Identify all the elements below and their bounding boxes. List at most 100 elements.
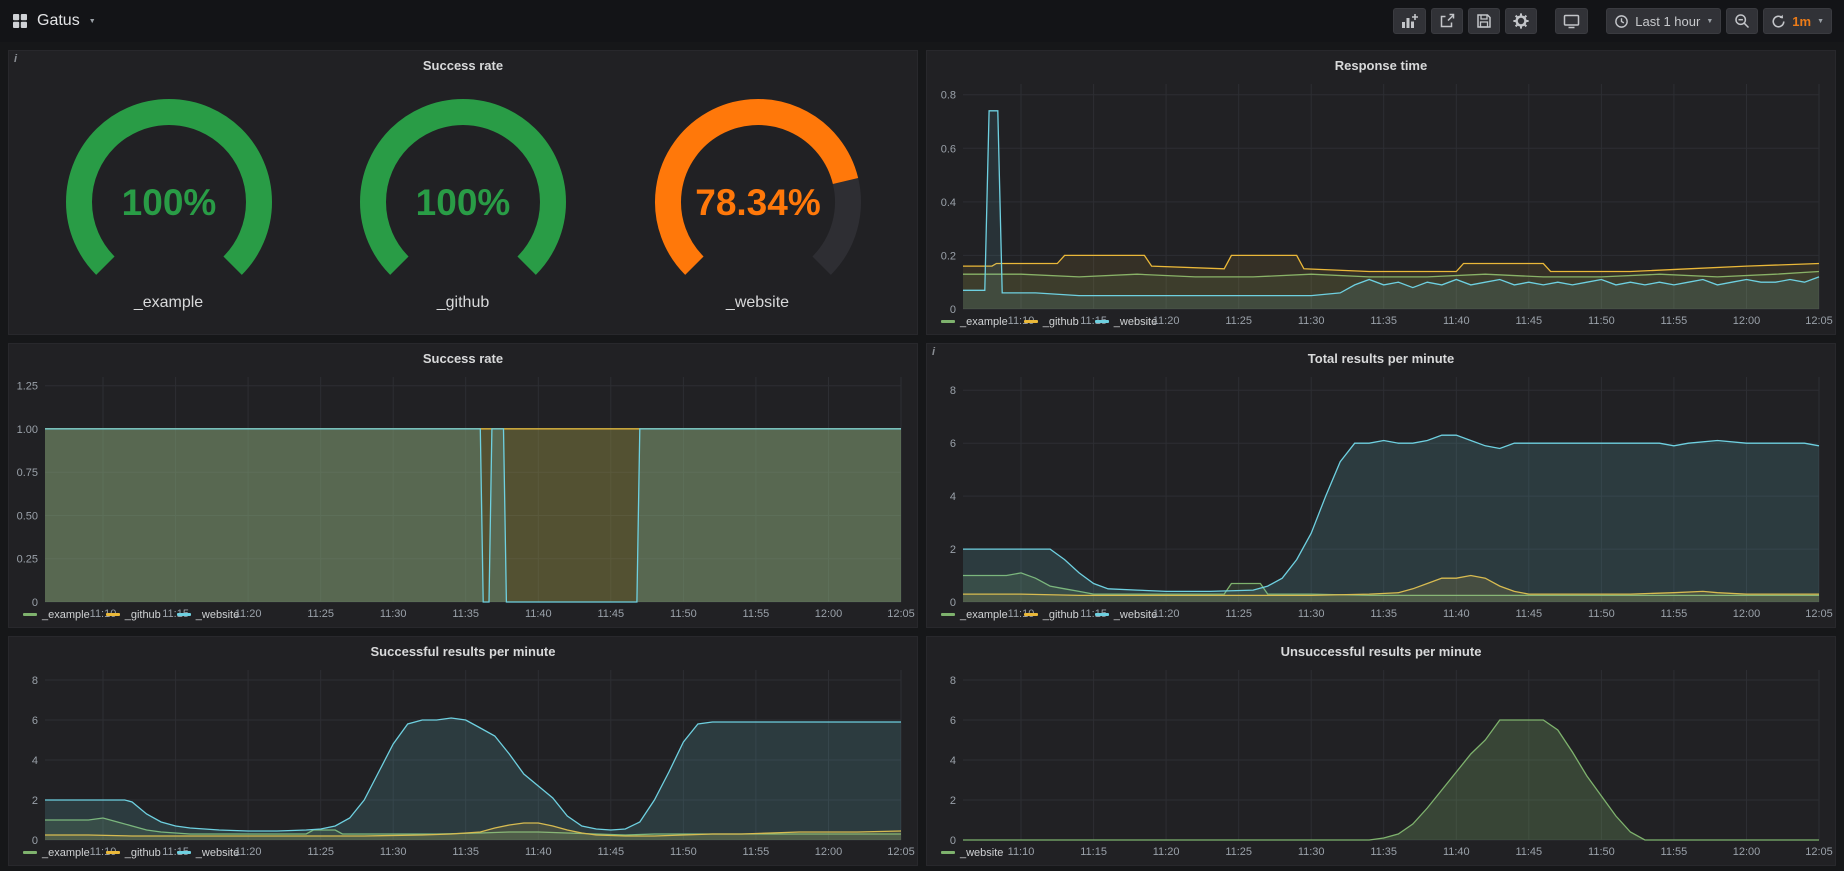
gauge-_github: 100%_github <box>328 94 598 312</box>
navbar-left: Gatus ▼ <box>12 12 96 30</box>
cycle-view-mode-button[interactable] <box>1555 8 1588 34</box>
svg-text:8: 8 <box>32 675 38 687</box>
gauge-_example: 100% _example <box>34 94 304 312</box>
svg-text:100%: 100% <box>416 182 511 223</box>
panel-title[interactable]: Success rate <box>9 51 917 76</box>
refresh-icon <box>1771 14 1786 29</box>
refresh-button[interactable]: 1m ▼ <box>1763 8 1832 34</box>
legend-swatch <box>941 613 955 616</box>
navbar: Gatus ▼ <box>0 0 1844 42</box>
legend: _example _github _website <box>927 607 1835 627</box>
legend-item-_github[interactable]: _github <box>106 847 161 859</box>
legend-item-_website[interactable]: _website <box>177 609 239 621</box>
panel-title[interactable]: Successful results per minute <box>9 637 917 662</box>
panel-success-rate-timeseries: Success rate 11:1011:1511:2011:2511:3011… <box>8 343 918 628</box>
refresh-interval-label: 1m <box>1792 14 1811 29</box>
legend-label: _example <box>42 847 90 859</box>
svg-text:0.50: 0.50 <box>17 511 38 523</box>
chart-svg[interactable]: 11:1011:1511:2011:2511:3011:3511:4011:45… <box>927 76 1835 329</box>
legend-swatch <box>23 613 37 616</box>
dashboard-dropdown-caret-icon[interactable]: ▼ <box>89 18 96 25</box>
response-time-chart[interactable]: 11:1011:1511:2011:2511:3011:3511:4011:45… <box>927 76 1835 314</box>
legend-swatch <box>23 851 37 854</box>
gauge-arc: 100% <box>328 94 598 292</box>
legend-item-_website[interactable]: _website <box>1095 316 1157 328</box>
legend-label: _website <box>1114 316 1157 328</box>
legend-item-_website[interactable]: _website <box>1095 609 1157 621</box>
tv-monitor-icon <box>1563 13 1580 29</box>
svg-text:6: 6 <box>950 715 956 727</box>
share-icon <box>1439 13 1455 29</box>
legend-item-_github[interactable]: _github <box>106 609 161 621</box>
svg-text:2: 2 <box>32 795 38 807</box>
svg-text:2: 2 <box>950 544 956 556</box>
legend: _example _github _website <box>927 314 1835 334</box>
legend-label: _website <box>1114 609 1157 621</box>
legend-label: _website <box>196 847 239 859</box>
success-rate-chart[interactable]: 11:1011:1511:2011:2511:3011:3511:4011:45… <box>9 369 917 607</box>
total-results-chart[interactable]: 11:1011:1511:2011:2511:3011:3511:4011:45… <box>927 369 1835 607</box>
svg-text:0.25: 0.25 <box>17 554 38 566</box>
legend-item-_github[interactable]: _github <box>1024 609 1079 621</box>
chart-svg[interactable]: 11:1011:1511:2011:2511:3011:3511:4011:45… <box>927 662 1835 860</box>
svg-text:1.25: 1.25 <box>17 381 38 393</box>
unsuccessful-results-chart[interactable]: 11:1011:1511:2011:2511:3011:3511:4011:45… <box>927 662 1835 845</box>
gauge-label: _website <box>726 294 789 312</box>
legend-swatch <box>106 613 120 616</box>
time-range-label: Last 1 hour <box>1635 14 1700 29</box>
dashboards-grid-icon[interactable] <box>12 13 28 29</box>
dashboard-settings-button[interactable] <box>1505 8 1537 34</box>
svg-text:0.4: 0.4 <box>941 197 956 209</box>
legend: _example _github _website <box>9 845 917 865</box>
svg-text:8: 8 <box>950 385 956 397</box>
legend-item-_example[interactable]: _example <box>23 609 90 621</box>
share-dashboard-button[interactable] <box>1431 8 1463 34</box>
chart-svg[interactable]: 11:1011:1511:2011:2511:3011:3511:4011:45… <box>9 662 917 860</box>
dashboard-grid: i Success rate 100%_example100%_github78… <box>0 42 1844 866</box>
navbar-right: Last 1 hour ▼ 1m ▼ <box>1393 8 1832 34</box>
panel-title[interactable]: Total results per minute <box>927 344 1835 369</box>
gauge-arc: 78.34% <box>623 94 893 292</box>
panel-title[interactable]: Response time <box>927 51 1835 76</box>
legend-label: _github <box>1043 316 1079 328</box>
panel-title[interactable]: Success rate <box>9 344 917 369</box>
legend: _website <box>927 845 1835 865</box>
legend-label: _github <box>1043 609 1079 621</box>
svg-text:78.34%: 78.34% <box>695 182 821 223</box>
legend-item-_example[interactable]: _example <box>941 316 1008 328</box>
legend-swatch <box>941 320 955 323</box>
panel-info-icon[interactable]: i <box>14 53 17 65</box>
legend-item-_example[interactable]: _example <box>23 847 90 859</box>
panel-info-icon[interactable]: i <box>932 346 935 358</box>
legend-item-_website[interactable]: _website <box>177 847 239 859</box>
legend-item-_website[interactable]: _website <box>941 847 1003 859</box>
dashboard-title[interactable]: Gatus <box>37 12 80 30</box>
legend: _example _github _website <box>9 607 917 627</box>
time-range-picker-button[interactable]: Last 1 hour ▼ <box>1606 8 1721 34</box>
svg-text:4: 4 <box>32 755 38 767</box>
zoom-out-button[interactable] <box>1726 8 1758 34</box>
legend-item-_example[interactable]: _example <box>941 609 1008 621</box>
svg-text:4: 4 <box>950 755 956 767</box>
svg-text:4: 4 <box>950 491 956 503</box>
save-dashboard-button[interactable] <box>1468 8 1500 34</box>
zoom-out-icon <box>1734 13 1750 29</box>
legend-item-_github[interactable]: _github <box>1024 316 1079 328</box>
svg-text:6: 6 <box>32 715 38 727</box>
svg-text:0.8: 0.8 <box>941 90 956 102</box>
gauge-label: _example <box>134 294 203 312</box>
legend-label: _example <box>960 316 1008 328</box>
legend-label: _website <box>196 609 239 621</box>
chart-svg[interactable]: 11:1011:1511:2011:2511:3011:3511:4011:45… <box>9 369 917 622</box>
gauge-arc: 100% <box>34 94 304 292</box>
legend-label: _github <box>125 609 161 621</box>
add-panel-button[interactable] <box>1393 8 1426 34</box>
refresh-interval-caret-icon: ▼ <box>1817 18 1824 25</box>
panel-success-rate-gauges: i Success rate 100% _example 100%_github 78… <box>8 50 918 335</box>
time-range-caret-icon: ▼ <box>1706 18 1713 25</box>
panel-title[interactable]: Unsuccessful results per minute <box>927 637 1835 662</box>
chart-svg[interactable]: 11:1011:1511:2011:2511:3011:3511:4011:45… <box>927 369 1835 622</box>
legend-swatch <box>1095 613 1109 616</box>
successful-results-chart[interactable]: 11:1011:1511:2011:2511:3011:3511:4011:45… <box>9 662 917 845</box>
legend-swatch <box>177 613 191 616</box>
